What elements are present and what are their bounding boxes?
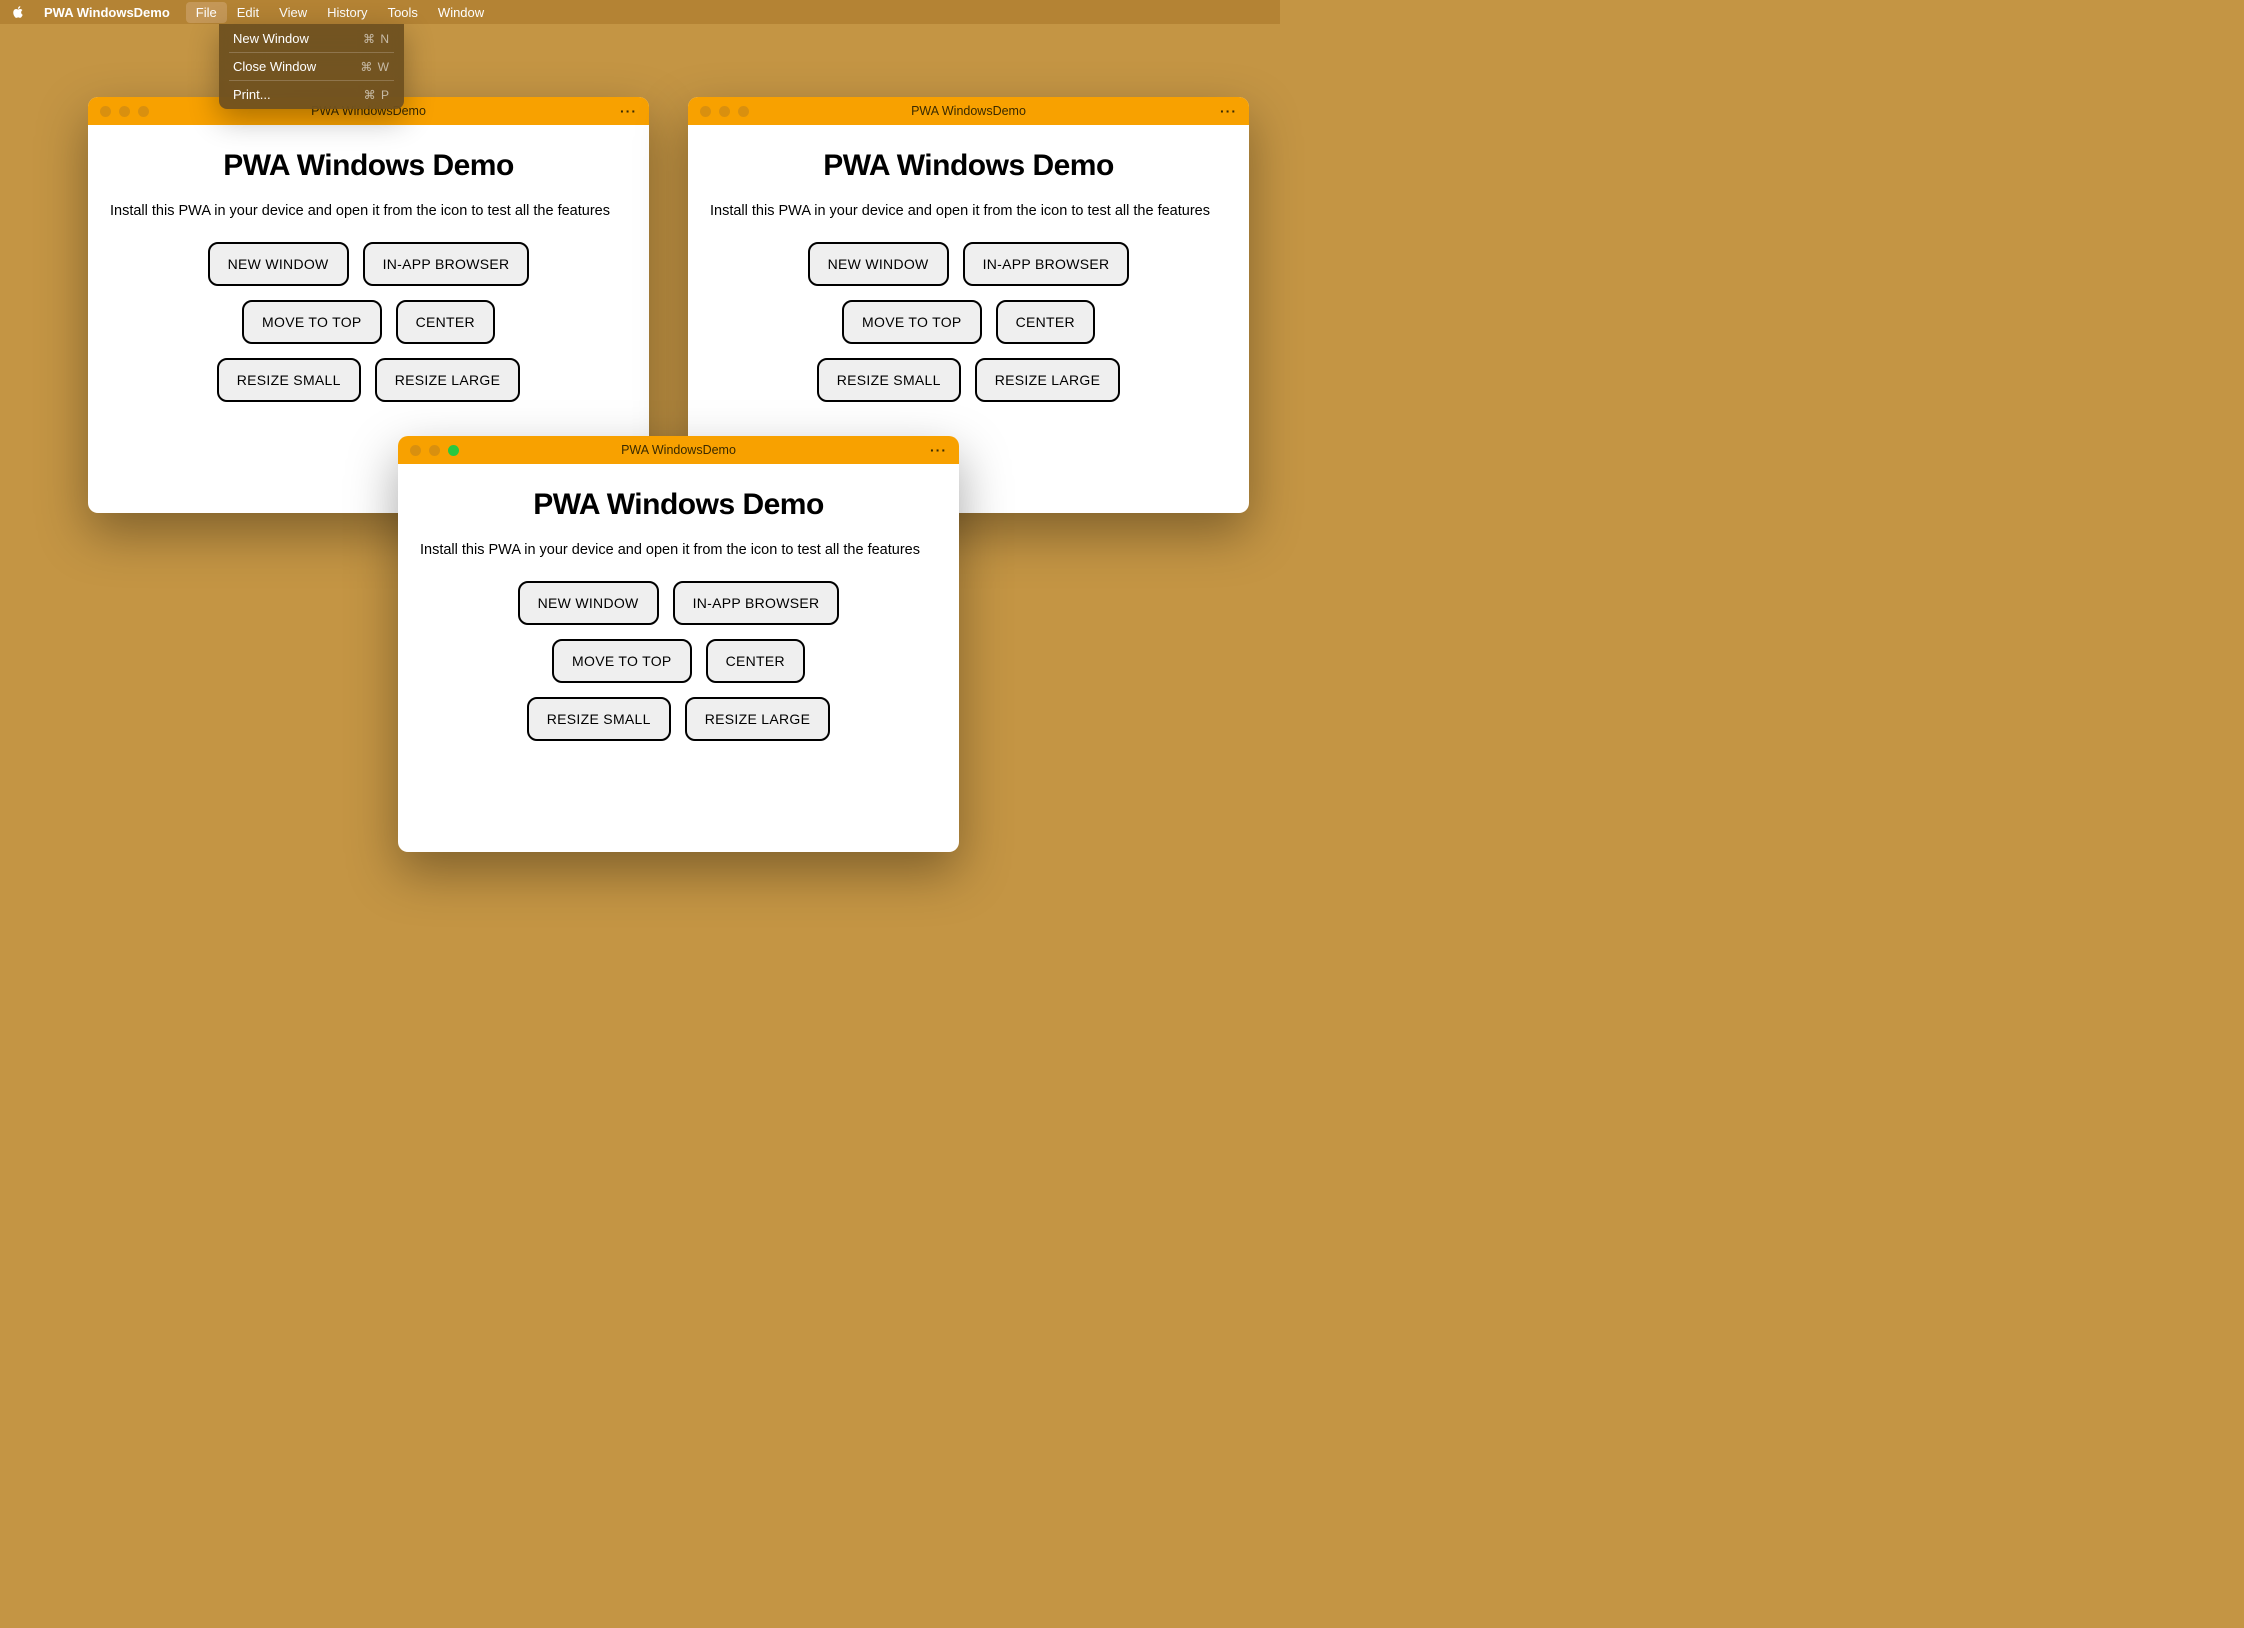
dropdown-item-new-window[interactable]: New Window ⌘ N bbox=[223, 28, 400, 49]
traffic-light-maximize[interactable] bbox=[738, 106, 749, 117]
apple-logo-icon[interactable] bbox=[10, 4, 26, 20]
window-title: PWA WindowsDemo bbox=[410, 443, 947, 457]
dropdown-separator bbox=[229, 52, 394, 53]
traffic-lights bbox=[700, 106, 749, 117]
new-window-button[interactable]: NEW WINDOW bbox=[518, 581, 659, 625]
app-window-3[interactable]: PWA WindowsDemo ··· PWA Windows Demo Ins… bbox=[398, 436, 959, 852]
window-content: PWA Windows Demo Install this PWA in you… bbox=[88, 125, 649, 428]
traffic-light-close[interactable] bbox=[700, 106, 711, 117]
titlebar[interactable]: PWA WindowsDemo ··· bbox=[688, 97, 1249, 125]
center-button[interactable]: CENTER bbox=[396, 300, 495, 344]
dropdown-shortcut: ⌘ P bbox=[364, 88, 390, 102]
page-title: PWA Windows Demo bbox=[420, 488, 937, 522]
window-more-icon[interactable]: ··· bbox=[930, 442, 947, 458]
dropdown-shortcut: ⌘ N bbox=[363, 32, 390, 46]
menu-item-tools[interactable]: Tools bbox=[378, 2, 428, 23]
traffic-lights bbox=[410, 445, 459, 456]
dropdown-label: New Window bbox=[233, 31, 309, 46]
dropdown-label: Close Window bbox=[233, 59, 316, 74]
center-button[interactable]: CENTER bbox=[996, 300, 1095, 344]
page-description: Install this PWA in your device and open… bbox=[420, 540, 937, 561]
traffic-light-close[interactable] bbox=[410, 445, 421, 456]
page-description: Install this PWA in your device and open… bbox=[110, 201, 627, 222]
titlebar[interactable]: PWA WindowsDemo ··· bbox=[398, 436, 959, 464]
button-rows: NEW WINDOW IN-APP BROWSER MOVE TO TOP CE… bbox=[420, 581, 937, 741]
traffic-light-minimize[interactable] bbox=[719, 106, 730, 117]
dropdown-item-close-window[interactable]: Close Window ⌘ W bbox=[223, 56, 400, 77]
window-more-icon[interactable]: ··· bbox=[620, 103, 637, 119]
window-more-icon[interactable]: ··· bbox=[1220, 103, 1237, 119]
move-to-top-button[interactable]: MOVE TO TOP bbox=[842, 300, 982, 344]
page-description: Install this PWA in your device and open… bbox=[710, 201, 1227, 222]
menu-item-file[interactable]: File bbox=[186, 2, 227, 23]
traffic-light-minimize[interactable] bbox=[429, 445, 440, 456]
center-button[interactable]: CENTER bbox=[706, 639, 805, 683]
dropdown-shortcut: ⌘ W bbox=[360, 60, 390, 74]
menubar: PWA WindowsDemo File Edit View History T… bbox=[0, 0, 1280, 24]
button-rows: NEW WINDOW IN-APP BROWSER MOVE TO TOP CE… bbox=[110, 242, 627, 402]
page-title: PWA Windows Demo bbox=[110, 149, 627, 183]
resize-large-button[interactable]: RESIZE LARGE bbox=[375, 358, 521, 402]
window-title: PWA WindowsDemo bbox=[700, 104, 1237, 118]
page-title: PWA Windows Demo bbox=[710, 149, 1227, 183]
menu-item-view[interactable]: View bbox=[269, 2, 317, 23]
traffic-light-maximize[interactable] bbox=[448, 445, 459, 456]
file-dropdown: New Window ⌘ N Close Window ⌘ W Print...… bbox=[219, 24, 404, 109]
resize-small-button[interactable]: RESIZE SMALL bbox=[527, 697, 671, 741]
button-rows: NEW WINDOW IN-APP BROWSER MOVE TO TOP CE… bbox=[710, 242, 1227, 402]
new-window-button[interactable]: NEW WINDOW bbox=[808, 242, 949, 286]
dropdown-separator bbox=[229, 80, 394, 81]
traffic-light-maximize[interactable] bbox=[138, 106, 149, 117]
in-app-browser-button[interactable]: IN-APP BROWSER bbox=[963, 242, 1130, 286]
new-window-button[interactable]: NEW WINDOW bbox=[208, 242, 349, 286]
in-app-browser-button[interactable]: IN-APP BROWSER bbox=[673, 581, 840, 625]
traffic-light-close[interactable] bbox=[100, 106, 111, 117]
menu-item-window[interactable]: Window bbox=[428, 2, 494, 23]
menu-item-history[interactable]: History bbox=[317, 2, 377, 23]
move-to-top-button[interactable]: MOVE TO TOP bbox=[242, 300, 382, 344]
in-app-browser-button[interactable]: IN-APP BROWSER bbox=[363, 242, 530, 286]
resize-large-button[interactable]: RESIZE LARGE bbox=[975, 358, 1121, 402]
traffic-lights bbox=[100, 106, 149, 117]
resize-large-button[interactable]: RESIZE LARGE bbox=[685, 697, 831, 741]
window-content: PWA Windows Demo Install this PWA in you… bbox=[398, 464, 959, 767]
app-name[interactable]: PWA WindowsDemo bbox=[38, 2, 176, 23]
move-to-top-button[interactable]: MOVE TO TOP bbox=[552, 639, 692, 683]
resize-small-button[interactable]: RESIZE SMALL bbox=[217, 358, 361, 402]
dropdown-item-print[interactable]: Print... ⌘ P bbox=[223, 84, 400, 105]
window-content: PWA Windows Demo Install this PWA in you… bbox=[688, 125, 1249, 428]
traffic-light-minimize[interactable] bbox=[119, 106, 130, 117]
menu-item-edit[interactable]: Edit bbox=[227, 2, 269, 23]
dropdown-label: Print... bbox=[233, 87, 271, 102]
resize-small-button[interactable]: RESIZE SMALL bbox=[817, 358, 961, 402]
